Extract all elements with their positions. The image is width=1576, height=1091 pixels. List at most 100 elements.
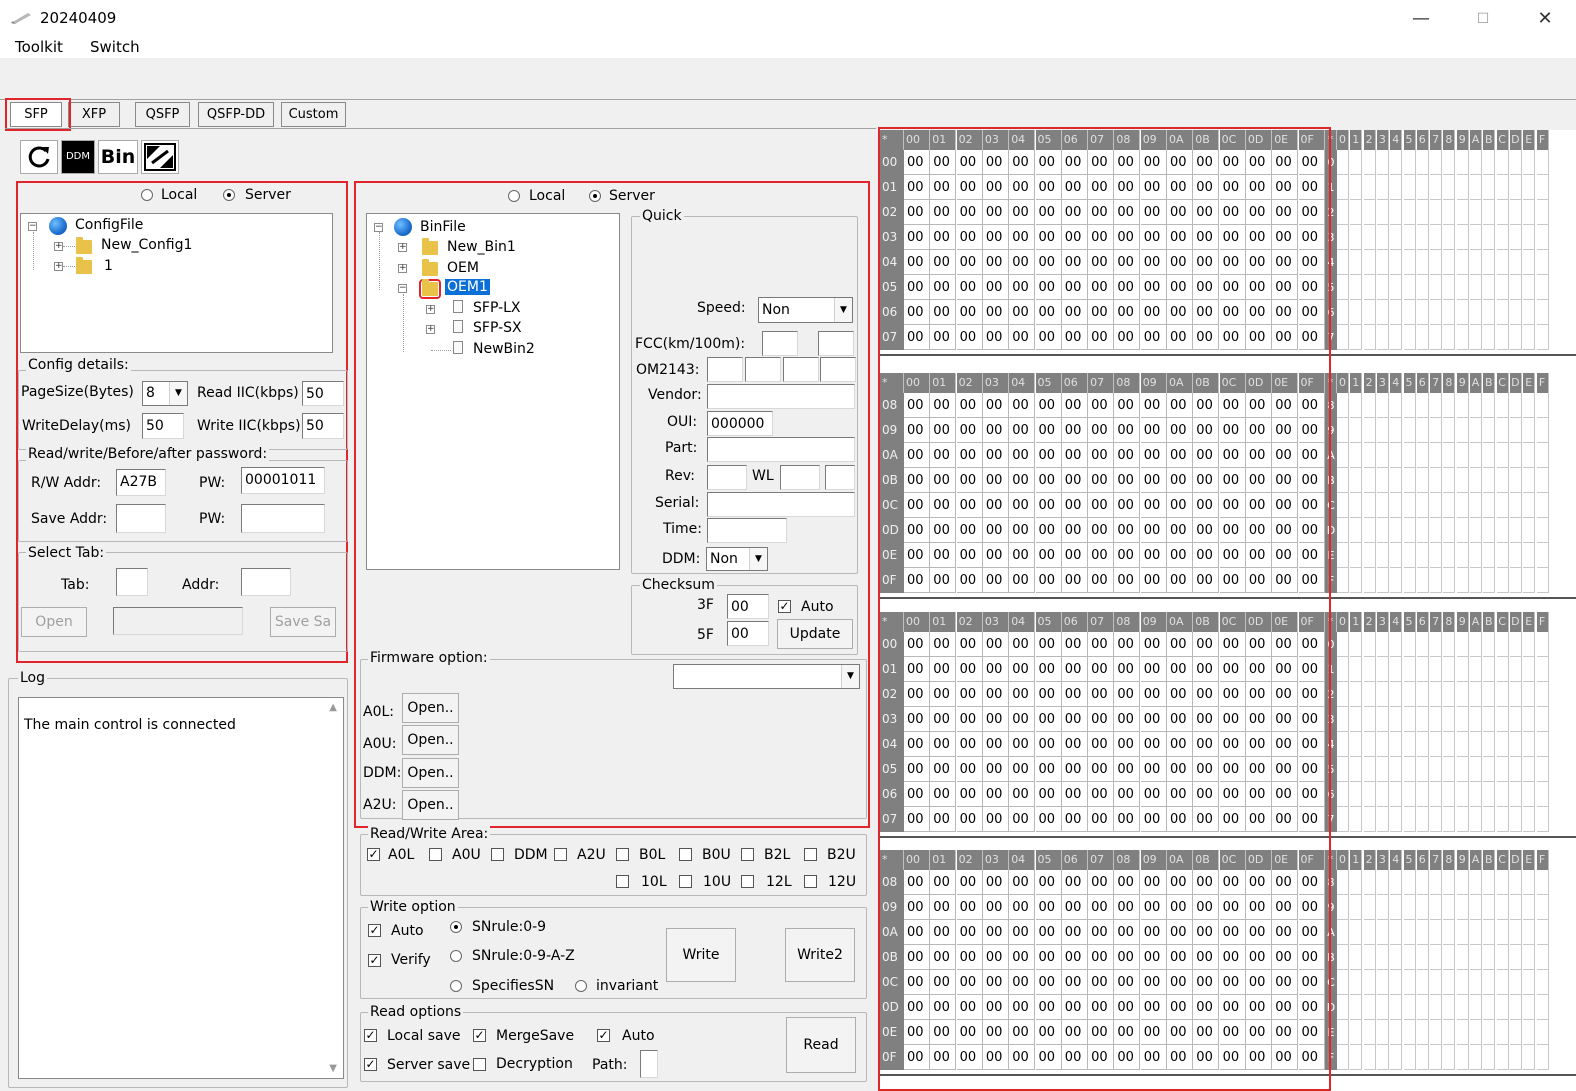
hex-cell[interactable]: 00 — [1114, 518, 1141, 543]
ascii-cell[interactable] — [1496, 1045, 1509, 1070]
scroll-up-icon[interactable]: ▲ — [329, 702, 337, 713]
ascii-cell[interactable] — [1350, 150, 1363, 175]
hex-cell[interactable]: 00 — [956, 807, 983, 832]
ascii-cell[interactable] — [1363, 225, 1376, 250]
ascii-cell[interactable] — [1496, 657, 1509, 682]
ascii-cell[interactable] — [1523, 632, 1536, 657]
ascii-cell[interactable] — [1350, 250, 1363, 275]
hex-cell[interactable]: 00 — [1193, 1020, 1220, 1045]
ascii-cell[interactable] — [1337, 568, 1349, 593]
ascii-cell[interactable] — [1523, 225, 1536, 250]
hex-cell[interactable]: 00 — [1193, 543, 1220, 568]
hex-cell[interactable]: 00 — [1298, 682, 1325, 707]
ascii-cell[interactable] — [1416, 418, 1429, 443]
ascii-cell[interactable] — [1363, 870, 1376, 895]
ascii-cell[interactable] — [1416, 757, 1429, 782]
ascii-cell[interactable] — [1350, 543, 1363, 568]
ascii-cell[interactable] — [1416, 443, 1429, 468]
expand-icon[interactable]: + — [398, 243, 407, 252]
hex-cell[interactable]: 00 — [1272, 632, 1299, 657]
hex-cell[interactable]: 00 — [1298, 995, 1325, 1020]
ascii-cell[interactable] — [1509, 543, 1522, 568]
ascii-cell[interactable] — [1337, 493, 1349, 518]
hex-cell[interactable]: 00 — [982, 870, 1009, 895]
hex-cell[interactable]: 00 — [1193, 493, 1220, 518]
save-button[interactable]: Save Sa — [270, 607, 336, 637]
hex-cell[interactable]: 00 — [1088, 732, 1115, 757]
ascii-cell[interactable] — [1416, 518, 1429, 543]
hex-cell[interactable]: 00 — [1245, 970, 1272, 995]
hex-cell[interactable]: 00 — [1140, 870, 1167, 895]
hex-cell[interactable]: 00 — [1193, 945, 1220, 970]
hex-cell[interactable]: 00 — [1140, 807, 1167, 832]
hex-cell[interactable]: 00 — [956, 895, 983, 920]
hex-cell[interactable]: 00 — [1035, 543, 1062, 568]
hex-cell[interactable]: 00 — [982, 150, 1009, 175]
ascii-cell[interactable] — [1443, 418, 1456, 443]
ascii-cell[interactable] — [1416, 1020, 1429, 1045]
ascii-cell[interactable] — [1337, 920, 1349, 945]
hex-cell[interactable]: 00 — [1035, 1020, 1062, 1045]
hex-cell[interactable]: 00 — [1298, 150, 1325, 175]
hex-cell[interactable]: 00 — [1219, 150, 1246, 175]
hex-cell[interactable]: 00 — [1193, 150, 1220, 175]
ascii-cell[interactable] — [1536, 250, 1549, 275]
ascii-cell[interactable] — [1390, 468, 1403, 493]
hex-cell[interactable]: 00 — [1193, 995, 1220, 1020]
ascii-cell[interactable] — [1523, 1045, 1536, 1070]
ascii-cell[interactable] — [1337, 250, 1349, 275]
hex-cell[interactable]: 00 — [1035, 325, 1062, 350]
hex-cell[interactable]: 00 — [904, 225, 930, 250]
ascii-cell[interactable] — [1443, 493, 1456, 518]
bin-tree[interactable]: − BinFile + New_Bin1 + OEM − OEM1 + SFP-… — [366, 213, 620, 570]
ascii-cell[interactable] — [1483, 175, 1496, 200]
ascii-cell[interactable] — [1536, 782, 1549, 807]
hex-cell[interactable]: 00 — [1088, 175, 1115, 200]
hex-cell[interactable]: 00 — [904, 325, 930, 350]
ascii-cell[interactable] — [1403, 807, 1416, 832]
hex-cell[interactable]: 00 — [904, 443, 930, 468]
hex-cell[interactable]: 00 — [1219, 1045, 1246, 1070]
ascii-cell[interactable] — [1403, 945, 1416, 970]
hex-cell[interactable]: 00 — [1061, 782, 1088, 807]
hex-cell[interactable]: 00 — [1272, 757, 1299, 782]
speed-select[interactable]: Non ▼ — [758, 297, 853, 323]
hex-cell[interactable]: 00 — [1140, 200, 1167, 225]
hex-cell[interactable]: 00 — [1061, 200, 1088, 225]
hex-cell[interactable]: 00 — [1219, 493, 1246, 518]
hex-cell[interactable]: 00 — [930, 175, 957, 200]
bin-tree-file[interactable]: SFP-LX — [473, 300, 521, 316]
ascii-cell[interactable] — [1470, 175, 1482, 200]
ascii-cell[interactable] — [1363, 150, 1376, 175]
ascii-cell[interactable] — [1496, 945, 1509, 970]
ascii-cell[interactable] — [1443, 1020, 1456, 1045]
hex-cell[interactable]: 00 — [956, 300, 983, 325]
ascii-cell[interactable] — [1363, 543, 1376, 568]
writedelay-input[interactable]: 50 — [142, 413, 184, 439]
hex-cell[interactable]: 00 — [1272, 782, 1299, 807]
ascii-cell[interactable] — [1443, 682, 1456, 707]
ascii-cell[interactable] — [1390, 175, 1403, 200]
ascii-cell[interactable] — [1337, 418, 1349, 443]
hex-cell[interactable]: 00 — [1167, 443, 1193, 468]
ascii-cell[interactable] — [1350, 300, 1363, 325]
hex-cell[interactable]: 00 — [1088, 632, 1115, 657]
ascii-cell[interactable] — [1350, 443, 1363, 468]
ascii-cell[interactable] — [1536, 732, 1549, 757]
ascii-cell[interactable] — [1483, 920, 1496, 945]
hex-cell[interactable]: 00 — [1193, 175, 1220, 200]
hex-cell[interactable]: 00 — [1245, 443, 1272, 468]
hex-cell[interactable]: 00 — [1088, 757, 1115, 782]
hex-cell[interactable]: 00 — [1193, 468, 1220, 493]
hex-cell[interactable]: 00 — [982, 300, 1009, 325]
ascii-cell[interactable] — [1416, 707, 1429, 732]
hex-cell[interactable]: 00 — [1298, 543, 1325, 568]
ascii-cell[interactable] — [1363, 895, 1376, 920]
ascii-cell[interactable] — [1483, 200, 1496, 225]
hex-cell[interactable]: 00 — [1193, 870, 1220, 895]
ascii-cell[interactable] — [1376, 275, 1389, 300]
hex-cell[interactable]: 00 — [1272, 468, 1299, 493]
hex-cell[interactable]: 00 — [1061, 443, 1088, 468]
ascii-cell[interactable] — [1496, 493, 1509, 518]
ascii-cell[interactable] — [1430, 225, 1443, 250]
